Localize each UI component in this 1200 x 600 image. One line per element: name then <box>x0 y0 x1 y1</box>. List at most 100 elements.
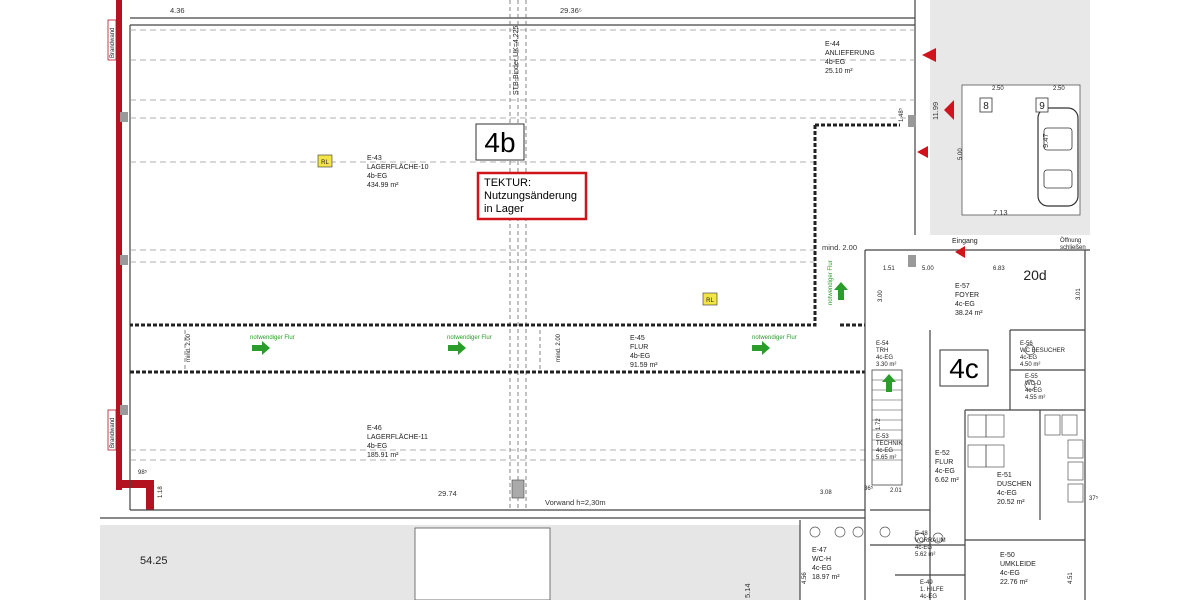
svg-text:DUSCHEN: DUSCHEN <box>997 481 1032 488</box>
dimension: 4.56 <box>802 572 808 584</box>
svg-text:E-48: E-48 <box>915 531 928 537</box>
svg-text:FLUR: FLUR <box>630 344 648 351</box>
dimension: 29.36⁵ <box>560 6 582 15</box>
tektur-line1: TEKTUR: <box>484 177 531 189</box>
dimension: 3.01 <box>1076 288 1082 300</box>
svg-text:RL: RL <box>706 298 714 304</box>
svg-text:E-56: E-56 <box>1020 341 1033 347</box>
parking-9: 9 <box>1039 101 1045 112</box>
svg-text:LAGERFLÄCHE-11: LAGERFLÄCHE-11 <box>367 433 428 441</box>
svg-text:TRH: TRH <box>876 348 888 354</box>
parking-8: 8 <box>983 101 989 112</box>
dimension: 98⁵ <box>138 469 148 476</box>
svg-text:4c-EG: 4c-EG <box>1025 388 1042 394</box>
svg-text:E-46: E-46 <box>367 425 382 432</box>
svg-text:4c-EG: 4c-EG <box>876 448 893 454</box>
dimension: 4.36 <box>170 6 185 15</box>
flur-note: notwendiger Flur <box>752 335 797 341</box>
opening-label: schließen <box>1060 245 1086 251</box>
dimension: 2.50 <box>992 86 1004 92</box>
floor-plan: 8 9 RL RL 4b 4c 20d TEKTUR: Nutzungsände… <box>0 0 1200 600</box>
dimension: 3.00 <box>878 290 884 302</box>
dimension: 2.01 <box>890 488 902 494</box>
dimension: 4.51 <box>1068 572 1074 584</box>
tektur-line3: in Lager <box>484 203 524 215</box>
svg-text:5.65 m²: 5.65 m² <box>876 455 896 461</box>
svg-text:4b-EG: 4b-EG <box>367 443 387 450</box>
dimension: 9.47 <box>1041 133 1050 148</box>
dimension: 1.48⁵ <box>898 107 905 122</box>
tektur-line2: Nutzungsänderung <box>484 190 577 202</box>
dimension: 5.00 <box>922 266 934 272</box>
dimension: 5.14 <box>743 583 752 598</box>
dimension: mind. 2.00 <box>822 243 857 252</box>
dimension: 54.25 <box>140 555 168 567</box>
dimension: 7.13 <box>993 208 1008 217</box>
svg-text:4c-EG: 4c-EG <box>920 594 937 600</box>
dimension: mind. 2.00 <box>186 333 192 362</box>
dimension: 3.08 <box>820 490 832 496</box>
block-label-4b: 4b <box>484 127 515 158</box>
svg-text:WC-D: WC-D <box>1025 381 1042 387</box>
svg-text:185.91 m²: 185.91 m² <box>367 452 399 459</box>
svg-text:UMKLEIDE: UMKLEIDE <box>1000 561 1036 568</box>
svg-text:E-57: E-57 <box>955 283 970 290</box>
svg-text:E-44: E-44 <box>825 41 840 48</box>
flur-note: notwendiger Flur <box>447 335 492 341</box>
svg-text:6.62 m²: 6.62 m² <box>935 477 959 484</box>
svg-text:VORRAUM: VORRAUM <box>915 538 946 544</box>
svg-text:E-54: E-54 <box>876 341 889 347</box>
svg-text:4b-EG: 4b-EG <box>825 59 845 66</box>
svg-text:4b-EG: 4b-EG <box>367 173 387 180</box>
svg-text:E-53: E-53 <box>876 434 889 440</box>
svg-text:4c-EG: 4c-EG <box>1020 355 1037 361</box>
svg-text:ANLIEFERUNG: ANLIEFERUNG <box>825 50 875 57</box>
svg-text:1. HILFE: 1. HILFE <box>920 587 944 593</box>
svg-text:4c-EG: 4c-EG <box>935 468 955 475</box>
dimension: 2.50 <box>1053 86 1065 92</box>
svg-text:RL: RL <box>321 160 329 166</box>
svg-text:WC-H: WC-H <box>812 556 831 563</box>
dimension: mind. 2.00 <box>556 333 562 362</box>
vorwand-label: Vorwand h=2,30m <box>545 498 606 507</box>
svg-text:TECHNIK: TECHNIK <box>876 441 902 447</box>
svg-text:434.99 m²: 434.99 m² <box>367 182 399 189</box>
svg-text:4.55 m²: 4.55 m² <box>1025 395 1045 401</box>
entrance-label: Eingang <box>952 238 978 245</box>
svg-text:E-47: E-47 <box>812 547 827 554</box>
svg-text:5.62 m²: 5.62 m² <box>915 552 935 558</box>
dimension: 37⁵ <box>1089 495 1099 502</box>
svg-text:LAGERFLÄCHE-10: LAGERFLÄCHE-10 <box>367 163 429 171</box>
binder-label: STB-Binder UK=4.225 <box>513 25 520 95</box>
svg-text:WC BESUCHER: WC BESUCHER <box>1020 348 1066 354</box>
svg-text:FLUR: FLUR <box>935 459 953 466</box>
dimension: 5.00 <box>958 148 964 160</box>
svg-text:22.76 m²: 22.76 m² <box>1000 579 1028 586</box>
dimension: 36⁵ <box>864 485 874 492</box>
svg-text:91.59 m²: 91.59 m² <box>630 362 658 369</box>
flur-note: notwendiger Flur <box>250 335 295 341</box>
svg-text:3.30 m²: 3.30 m² <box>876 362 896 368</box>
svg-text:E-55: E-55 <box>1025 374 1038 380</box>
svg-text:E-43: E-43 <box>367 155 382 162</box>
dimension: 11.99 <box>931 102 940 120</box>
flur-note: notwendiger Flur <box>828 260 834 305</box>
svg-text:4.50 m²: 4.50 m² <box>1020 362 1040 368</box>
svg-text:4c-EG: 4c-EG <box>955 301 975 308</box>
block-label-4c: 4c <box>949 353 979 384</box>
svg-text:4c-EG: 4c-EG <box>915 545 932 551</box>
svg-text:4c-EG: 4c-EG <box>812 565 832 572</box>
svg-text:4c-EG: 4c-EG <box>876 355 893 361</box>
svg-text:E-52: E-52 <box>935 450 950 457</box>
dimension: 6.83 <box>993 266 1005 272</box>
svg-text:20.52 m²: 20.52 m² <box>997 499 1025 506</box>
dimension: 1.51 <box>883 266 895 272</box>
svg-text:25.10 m²: 25.10 m² <box>825 68 853 75</box>
car-icon <box>1037 107 1079 207</box>
svg-text:E-50: E-50 <box>1000 552 1015 559</box>
svg-text:E-49: E-49 <box>920 580 933 586</box>
dimension: 1.72 <box>876 418 882 430</box>
svg-text:4c-EG: 4c-EG <box>1000 570 1020 577</box>
firewall-left <box>116 0 122 490</box>
dimension: 1.18 <box>158 486 164 498</box>
